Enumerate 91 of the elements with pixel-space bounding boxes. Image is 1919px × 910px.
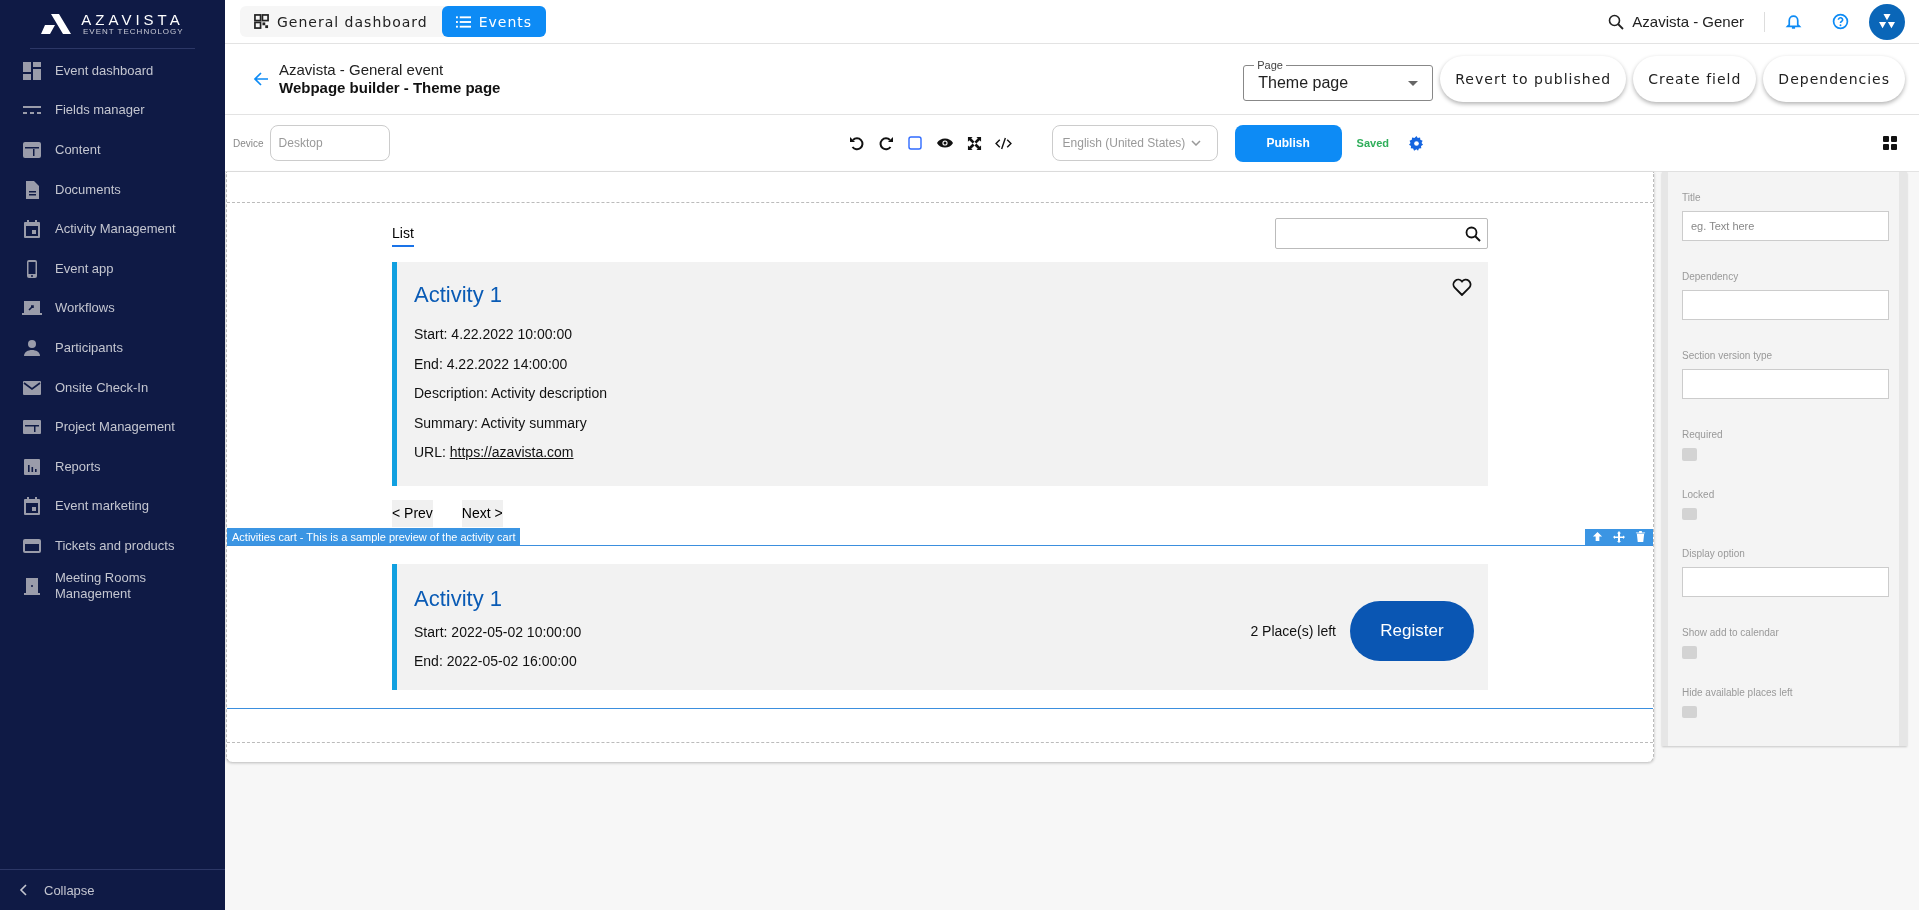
sidebar-item[interactable]: Activity Management (0, 209, 225, 249)
activity-title: Activity 1 (414, 282, 503, 308)
activity-title: Activity 1 (414, 585, 503, 612)
square-outline-icon[interactable] (906, 135, 923, 151)
page-title: Webpage builder - Theme page (279, 79, 501, 97)
checkbox[interactable] (1682, 705, 1697, 718)
action-button[interactable]: Revert to published (1440, 56, 1627, 102)
register-button[interactable]: Register (1350, 601, 1474, 661)
search-icon (1465, 225, 1481, 242)
field-label: Required (1682, 429, 1724, 441)
sidebar-item[interactable]: Fields manager (0, 90, 225, 131)
device-label: Device (233, 137, 264, 149)
arrow-up-icon[interactable] (1592, 530, 1603, 542)
undo-icon[interactable] (848, 135, 865, 151)
activity-detail: Summary: Activity summary (414, 413, 588, 433)
sidebar-item[interactable]: Participants (0, 328, 225, 368)
settings-icon[interactable] (1409, 135, 1424, 151)
logo-tagline: EVENT TECHNOLOGY (82, 27, 184, 36)
chevron-left-icon (18, 884, 30, 896)
field-label: Title (1682, 192, 1702, 203)
calendar-icon (22, 219, 42, 240)
text-field[interactable] (1682, 290, 1889, 321)
bell-icon[interactable] (1785, 13, 1802, 30)
list-icon (455, 15, 471, 28)
help-icon[interactable] (1832, 13, 1849, 30)
activity-detail: URL: (414, 444, 447, 460)
event-search-value[interactable]: Azavista - Gener (1632, 13, 1744, 30)
sidebar-item[interactable]: Project Management (0, 407, 225, 447)
eye-icon[interactable] (935, 137, 954, 149)
action-button[interactable]: Dependencies (1763, 56, 1905, 102)
sidebar-item[interactable]: Workflows (0, 288, 225, 329)
field-label: Dependency (1682, 271, 1740, 283)
sidebar-item[interactable]: Documents (0, 169, 225, 210)
grid-icon[interactable] (1883, 136, 1897, 150)
action-button[interactable]: Create field (1633, 56, 1757, 102)
pager-button[interactable]: Next > (461, 499, 503, 527)
field-label: Show add to calendar (1682, 627, 1780, 639)
sidebar-item[interactable]: Onsite Check-In (0, 367, 225, 408)
person-icon (22, 337, 42, 358)
back-arrow-icon[interactable] (253, 71, 269, 87)
activity-link[interactable]: https://azavista.com (449, 444, 574, 460)
logo-mark-icon (41, 14, 72, 34)
chevron-down-icon (1191, 140, 1202, 146)
grid-icon (254, 14, 269, 29)
sidebar-item[interactable]: Event app (0, 248, 225, 289)
sidebar-item[interactable]: Meeting Rooms Management (0, 565, 225, 606)
checkbox[interactable] (1682, 646, 1697, 659)
checkbox[interactable] (1682, 448, 1697, 461)
logo-text: AZAVISTA (81, 12, 184, 27)
pager-button[interactable]: < Prev (392, 499, 433, 527)
sidebar-item[interactable]: Tickets and products (0, 526, 225, 566)
section-label: Activities cart - This is a sample preview of the activity cart (227, 527, 521, 545)
trash-icon[interactable] (1635, 530, 1646, 542)
move-icon[interactable] (1613, 530, 1625, 543)
sidebar-item[interactable]: Reports (0, 446, 225, 487)
view-tab[interactable]: List (392, 220, 414, 247)
fullscreen-icon[interactable] (966, 135, 982, 151)
activity-detail: Start: 2022-05-02 10:00:00 (414, 622, 582, 642)
activity-detail: Start: 4.22.2022 10:00:00 (414, 325, 573, 344)
activity-detail: End: 4.22.2022 14:00:00 (414, 354, 569, 374)
field-label: Display option (1682, 548, 1746, 560)
save-status: Saved (1356, 137, 1389, 149)
field-label: Section version type (1682, 350, 1774, 362)
text-field[interactable] (1682, 567, 1889, 598)
logo-mark-icon (1876, 13, 1898, 30)
dropdown-caret-icon (1408, 80, 1419, 86)
sidebar-item[interactable]: Event dashboard (0, 51, 225, 91)
sidebar-item[interactable]: Content (0, 130, 225, 170)
dashboard-icon (22, 60, 42, 81)
search-icon (1608, 13, 1625, 30)
activity-detail: End: 2022-05-02 16:00:00 (414, 652, 578, 671)
code-icon[interactable] (994, 136, 1012, 150)
heart-icon[interactable] (1452, 278, 1472, 296)
places-left: 2 Place(s) left (1250, 623, 1336, 639)
search-field[interactable] (1275, 218, 1488, 249)
redo-icon[interactable] (877, 135, 894, 151)
device-field[interactable]: Desktop (269, 125, 390, 161)
panel-icon (22, 140, 42, 160)
door-icon (22, 575, 42, 596)
bar-chart-icon (22, 456, 42, 477)
text-field[interactable]: eg. Text here (1682, 211, 1889, 242)
activity-detail: Description: Activity description (414, 384, 608, 403)
event-name: Azavista - General event (279, 61, 445, 79)
calendar-icon (22, 496, 42, 517)
nav-tab[interactable]: General dashboard (240, 6, 442, 37)
text-field[interactable] (1682, 369, 1889, 400)
field-label: Hide available places left (1682, 686, 1794, 698)
field-label: Locked (1682, 488, 1716, 500)
sidebar-item[interactable]: Event marketing (0, 486, 225, 527)
checkbox[interactable] (1682, 507, 1697, 521)
avatar[interactable] (1869, 3, 1905, 40)
